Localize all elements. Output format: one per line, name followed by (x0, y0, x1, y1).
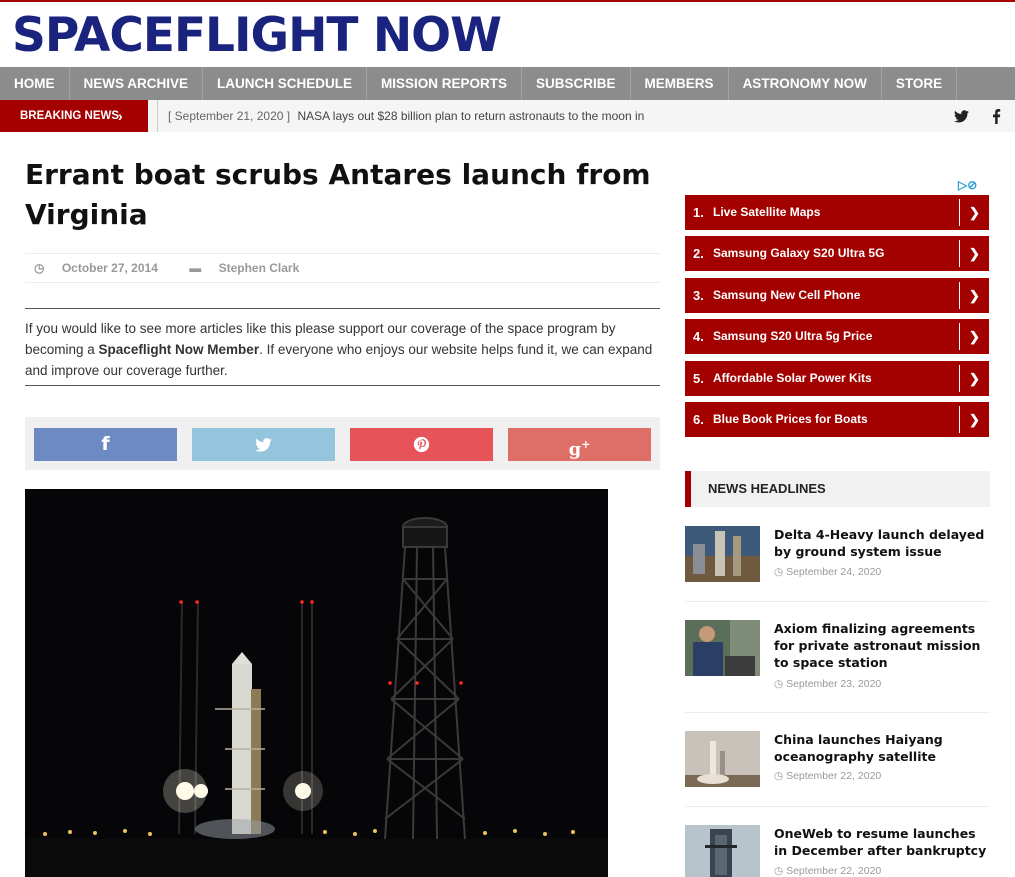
breaking-news-date: [ September 21, 2020 ] (168, 109, 291, 123)
breaking-news-label-text: BREAKING NEWS (20, 110, 120, 122)
ad-label[interactable]: Blue Book Prices for Boats (713, 402, 868, 437)
news-date-text: September 22, 2020 (786, 770, 882, 782)
news-date-text: September 22, 2020 (786, 865, 882, 877)
ad-link-6[interactable]: 6. Blue Book Prices for Boats ❯ (685, 402, 989, 437)
user-icon: ▬ (189, 261, 202, 275)
clock-icon: ◷ (774, 770, 784, 782)
clock-icon: ◷ (34, 261, 45, 275)
news-item-3[interactable]: China launches Haiyang oceanography sate… (685, 731, 990, 791)
chevron-right-icon[interactable]: ❯ (959, 323, 989, 350)
news-thumbnail[interactable] (685, 620, 760, 676)
chevron-right-icon[interactable]: ❯ (959, 365, 989, 392)
ad-label[interactable]: Samsung S20 Ultra 5g Price (713, 319, 872, 354)
news-item-4[interactable]: OneWeb to resume launches in December af… (685, 825, 990, 877)
news-date: ◷ September 23, 2020 (774, 678, 881, 690)
divider (685, 712, 990, 713)
breaking-news-label: BREAKING NEWS › (0, 100, 148, 132)
share-pinterest-button[interactable] (350, 428, 493, 461)
share-google-plus-button[interactable]: g+ (508, 428, 651, 461)
adchoices-icon[interactable]: ▷⊘ (958, 178, 977, 192)
membership-link[interactable]: Spaceflight Now Member (99, 342, 260, 357)
breaking-news-bar: BREAKING NEWS › [ September 21, 2020 ] N… (0, 100, 1015, 132)
nav-home[interactable]: HOME (0, 67, 70, 100)
breaking-news-ticker[interactable]: [ September 21, 2020 ] NASA lays out $28… (157, 100, 644, 132)
news-item-1[interactable]: Delta 4-Heavy launch delayed by ground s… (685, 526, 990, 586)
ad-number: 3. (693, 288, 704, 303)
ad-link-2[interactable]: 2. Samsung Galaxy S20 Ultra 5G ❯ (685, 236, 989, 271)
google-plus-icon: g+ (568, 438, 591, 460)
news-title[interactable]: Delta 4-Heavy launch delayed by ground s… (774, 526, 990, 560)
ad-link-5[interactable]: 5. Affordable Solar Power Kits ❯ (685, 361, 989, 396)
ad-label[interactable]: Samsung Galaxy S20 Ultra 5G (713, 236, 884, 271)
nav-mission-reports[interactable]: MISSION REPORTS (367, 67, 523, 100)
news-date-text: September 23, 2020 (786, 678, 882, 690)
ad-label[interactable]: Live Satellite Maps (713, 195, 820, 230)
news-headlines-heading: NEWS HEADLINES (685, 471, 990, 507)
ad-label[interactable]: Affordable Solar Power Kits (713, 361, 872, 396)
top-rule (0, 0, 1015, 2)
ad-link-1[interactable]: 1. Live Satellite Maps ❯ (685, 195, 989, 230)
nav-subscribe[interactable]: SUBSCRIBE (522, 67, 631, 100)
breaking-news-headline[interactable]: NASA lays out $28 billion plan to return… (297, 109, 644, 123)
ad-link-3[interactable]: 3. Samsung New Cell Phone ❯ (685, 278, 989, 313)
news-title[interactable]: China launches Haiyang oceanography sate… (774, 731, 990, 765)
facebook-icon: f (101, 433, 110, 455)
news-item-2[interactable]: Axiom finalizing agreements for private … (685, 620, 990, 692)
share-facebook-button[interactable]: f (34, 428, 177, 461)
news-thumbnail[interactable] (685, 731, 760, 787)
news-title[interactable]: Axiom finalizing agreements for private … (774, 620, 990, 671)
membership-appeal: If you would like to see more articles l… (25, 308, 660, 386)
news-thumbnail[interactable] (685, 526, 760, 582)
nav-members[interactable]: MEMBERS (631, 67, 729, 100)
chevron-right-icon: › (118, 108, 123, 124)
antares-launch-pad-photo (25, 489, 608, 877)
chevron-right-icon[interactable]: ❯ (959, 406, 989, 433)
article-author[interactable]: ▬ Stephen Clark (189, 261, 313, 275)
ad-number: 5. (693, 371, 704, 386)
chevron-right-icon[interactable]: ❯ (959, 282, 989, 309)
news-date: ◷ September 24, 2020 (774, 566, 881, 578)
article-date-text: October 27, 2014 (61, 261, 158, 275)
news-date: ◷ September 22, 2020 (774, 865, 881, 877)
ad-number: 1. (693, 205, 704, 220)
divider (685, 806, 990, 807)
nav-astronomy-now[interactable]: ASTRONOMY NOW (729, 67, 882, 100)
facebook-icon[interactable] (992, 100, 1001, 132)
nav-store[interactable]: STORE (882, 67, 958, 100)
article-meta: ◷ October 27, 2014 ▬ Stephen Clark (25, 253, 660, 283)
divider (685, 601, 990, 602)
chevron-right-icon[interactable]: ❯ (959, 199, 989, 226)
pinterest-icon (413, 436, 430, 453)
share-bar: f g+ (25, 417, 660, 470)
article-photo (25, 489, 608, 877)
news-title[interactable]: OneWeb to resume launches in December af… (774, 825, 990, 859)
clock-icon: ◷ (774, 678, 784, 690)
twitter-icon[interactable] (954, 100, 969, 132)
nav-news-archive[interactable]: NEWS ARCHIVE (70, 67, 204, 100)
news-thumbnail[interactable] (685, 825, 760, 877)
ad-label[interactable]: Samsung New Cell Phone (713, 278, 860, 313)
site-logo[interactable]: SPACEFLIGHT NOW (12, 10, 502, 62)
main-nav: HOME NEWS ARCHIVE LAUNCH SCHEDULE MISSIO… (0, 67, 1015, 100)
ad-number: 4. (693, 329, 704, 344)
share-twitter-button[interactable] (192, 428, 335, 461)
article-title: Errant boat scrubs Antares launch from V… (25, 158, 651, 231)
twitter-icon (255, 438, 272, 452)
ad-number: 6. (693, 412, 704, 427)
clock-icon: ◷ (774, 566, 784, 578)
ad-number: 2. (693, 246, 704, 261)
clock-icon: ◷ (774, 865, 784, 877)
news-date: ◷ September 22, 2020 (774, 770, 881, 782)
nav-launch-schedule[interactable]: LAUNCH SCHEDULE (203, 67, 368, 100)
article-author-text[interactable]: Stephen Clark (219, 261, 300, 275)
news-date-text: September 24, 2020 (786, 566, 882, 578)
article-date: ◷ October 27, 2014 (34, 261, 172, 275)
chevron-right-icon[interactable]: ❯ (959, 240, 989, 267)
ad-link-4[interactable]: 4. Samsung S20 Ultra 5g Price ❯ (685, 319, 989, 354)
